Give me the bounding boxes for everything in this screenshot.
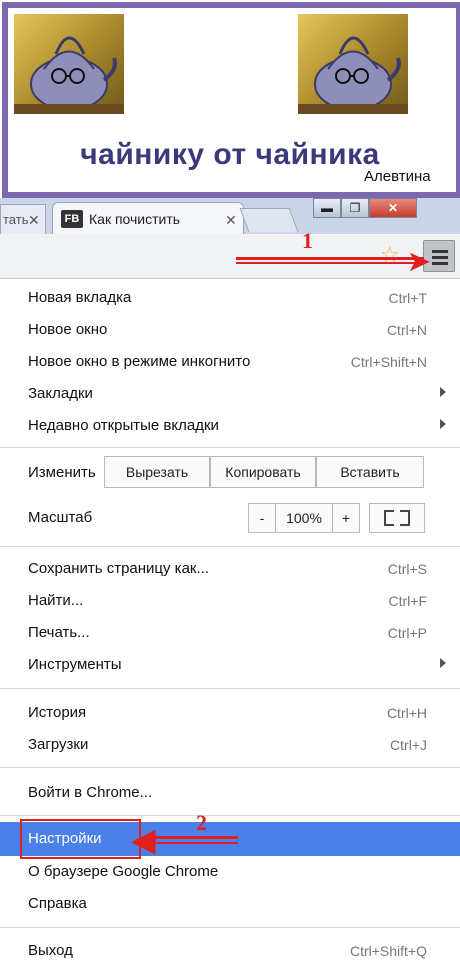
tab-active-title: Как почистить: [89, 211, 181, 227]
menu-item-about[interactable]: О браузере Google Chrome: [0, 857, 460, 887]
menu-item-shortcut: Ctrl+H: [386, 705, 427, 721]
banner-title: чайнику от чайника: [80, 138, 380, 171]
menu-separator: [0, 927, 460, 928]
fullscreen-icon[interactable]: [369, 503, 425, 533]
menu-item-shortcut: Ctrl+Shift+N: [350, 354, 427, 370]
zoom-out-button[interactable]: -: [248, 503, 276, 533]
menu-item-new-tab[interactable]: Новая вкладка Ctrl+T: [0, 283, 460, 313]
tab-strip: тать ✕ FB Как почистить ✕ ▬ ❐ ✕: [0, 198, 460, 234]
menu-item-help[interactable]: Справка: [0, 889, 460, 919]
menu-item-shortcut: Ctrl+J: [390, 737, 427, 753]
annotation-box-settings: [20, 819, 141, 859]
menu-item-shortcut: Ctrl+T: [388, 290, 428, 306]
menu-item-signin[interactable]: Войти в Chrome...: [0, 778, 460, 808]
tab-previous-close-icon[interactable]: ✕: [28, 212, 40, 229]
menu-item-history[interactable]: История Ctrl+H: [0, 698, 460, 728]
submenu-arrow-icon: [440, 387, 446, 397]
banner: чайнику от чайника Алевтина: [0, 0, 460, 198]
submenu-arrow-icon: [440, 419, 446, 429]
menu-item-shortcut: Ctrl+F: [388, 593, 428, 609]
menu-item-label: Закладки: [28, 385, 93, 402]
menu-item-new-window[interactable]: Новое окно Ctrl+N: [0, 315, 460, 345]
tab-active-close-icon[interactable]: ✕: [225, 212, 237, 229]
menu-separator: [0, 688, 460, 689]
menu-item-label: О браузере Google Chrome: [28, 863, 219, 880]
maximize-icon[interactable]: ❐: [341, 198, 369, 218]
menu-item-shortcut: Ctrl+S: [387, 561, 427, 577]
menu-item-label: Новое окно: [28, 321, 108, 338]
paste-button[interactable]: Вставить: [316, 456, 424, 488]
menu-item-label: История: [28, 704, 87, 721]
facebook-favicon-icon: FB: [61, 210, 83, 228]
submenu-arrow-icon: [440, 658, 446, 668]
menu-item-label: Новое окно в режиме инкогнито: [28, 353, 251, 370]
menu-item-label: Загрузки: [28, 736, 89, 753]
menu-separator: [0, 815, 460, 816]
menu-item-exit[interactable]: Выход Ctrl+Shift+Q: [0, 936, 460, 966]
menu-item-label: Справка: [28, 895, 87, 912]
menu-item-find[interactable]: Найти... Ctrl+F: [0, 586, 460, 616]
menu-separator: [0, 767, 460, 768]
kettle-picture-left: [14, 14, 124, 114]
kettle-picture-right: [298, 14, 408, 114]
close-window-icon[interactable]: ✕: [369, 198, 417, 218]
annotation-number-2: 2: [196, 810, 207, 835]
annotation-number-1: 1: [302, 228, 313, 253]
minimize-icon[interactable]: ▬: [313, 198, 341, 218]
menu-item-save-page[interactable]: Сохранить страницу как... Ctrl+S: [0, 554, 460, 584]
zoom-in-button[interactable]: +: [332, 503, 360, 533]
menu-item-incognito[interactable]: Новое окно в режиме инкогнито Ctrl+Shift…: [0, 347, 460, 377]
menu-item-shortcut: Ctrl+Shift+Q: [349, 943, 427, 959]
annotation-arrow-2-line: [142, 842, 238, 844]
edit-label: Изменить: [28, 464, 96, 481]
annotation-arrow-1-head: ➤: [408, 246, 430, 276]
annotation-arrow-1-line: [236, 262, 424, 264]
menu-item-recent-tabs[interactable]: Недавно открытые вкладки: [0, 411, 460, 441]
window-controls: ▬ ❐ ✕: [313, 198, 417, 220]
banner-author: Алевтина: [364, 168, 431, 185]
menu-item-shortcut: Ctrl+N: [386, 322, 427, 338]
menu-item-label: Найти...: [28, 592, 84, 609]
zoom-label: Масштаб: [28, 509, 93, 526]
annotation-arrow-2-head: ◀: [132, 824, 156, 857]
cut-button[interactable]: Вырезать: [104, 456, 210, 488]
menu-separator: [0, 546, 460, 547]
menu-item-bookmarks[interactable]: Закладки: [0, 379, 460, 409]
menu-item-label: Печать...: [28, 624, 90, 641]
menu-item-label: Недавно открытые вкладки: [28, 417, 219, 434]
menu-item-label: Новая вкладка: [28, 289, 132, 306]
tab-active[interactable]: FB Как почистить: [52, 202, 244, 234]
menu-item-label: Сохранить страницу как...: [28, 560, 209, 577]
menu-item-label: Инструменты: [28, 656, 122, 673]
menu-item-label: Выход: [28, 942, 73, 959]
menu-item-print[interactable]: Печать... Ctrl+P: [0, 618, 460, 648]
tab-previous-title: тать: [3, 212, 29, 227]
menu-item-shortcut: Ctrl+P: [387, 625, 427, 641]
menu-item-tools[interactable]: Инструменты: [0, 650, 460, 680]
new-tab-button[interactable]: [239, 208, 299, 232]
copy-button[interactable]: Копировать: [210, 456, 316, 488]
menu-separator: [0, 447, 460, 448]
menu-item-label: Войти в Chrome...: [28, 784, 153, 801]
annotation-arrow-1: [236, 257, 424, 260]
zoom-value: 100%: [276, 503, 332, 533]
star-icon[interactable]: ☆: [380, 242, 400, 268]
annotation-arrow-2: [142, 836, 238, 839]
menu-item-downloads[interactable]: Загрузки Ctrl+J: [0, 730, 460, 760]
